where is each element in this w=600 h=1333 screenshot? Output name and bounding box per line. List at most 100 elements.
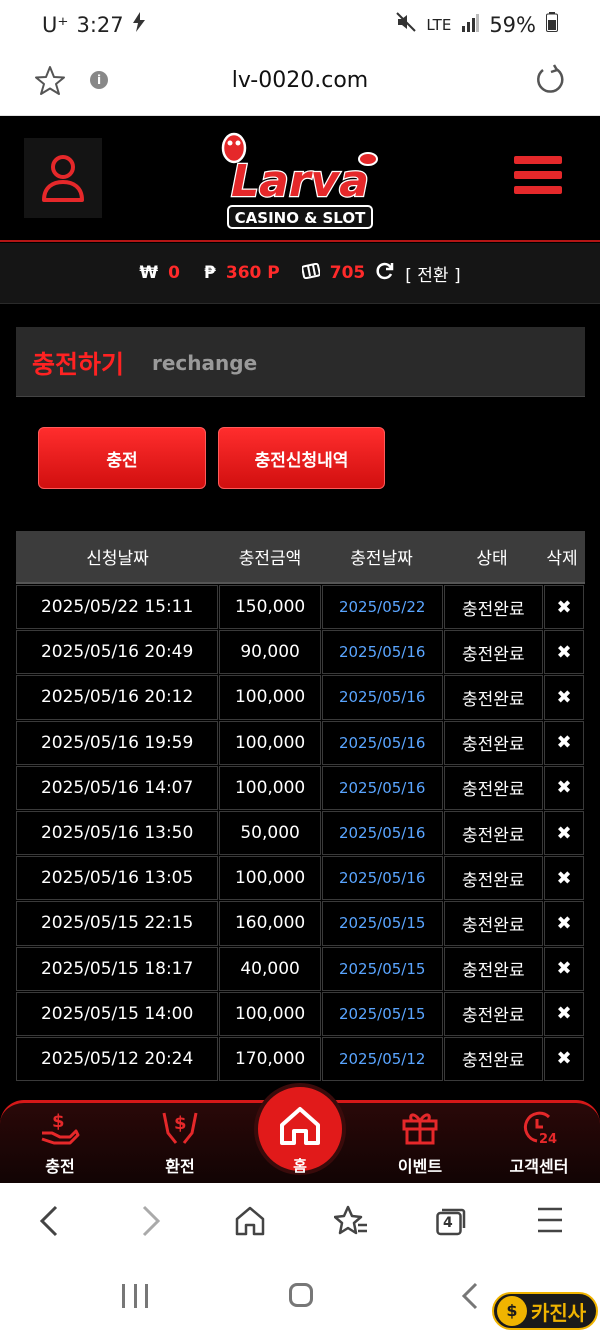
cell-amount: 160,000 (219, 901, 321, 946)
mute-icon (396, 12, 417, 37)
reload-icon[interactable] (534, 64, 566, 100)
table-header: 신청날짜 충전금액 충전날짜 상태 삭제 (16, 531, 585, 584)
nav-event-label: 이벤트 (397, 1157, 443, 1176)
nav-charge-label: 충전 (45, 1157, 75, 1176)
cell-request-date: 2025/05/22 15:11 (16, 585, 219, 630)
delete-icon[interactable]: ✖ (544, 675, 584, 720)
site-header: Larva CASINO & SLOT (0, 116, 600, 242)
cell-charge-date[interactable]: 2025/05/16 (321, 856, 443, 901)
bookmarks-icon[interactable] (334, 1205, 368, 1237)
forward-icon[interactable] (138, 1205, 164, 1237)
cell-amount: 150,000 (219, 585, 321, 630)
header-delete: 삭제 (546, 549, 578, 569)
delete-icon[interactable]: ✖ (544, 585, 584, 630)
delete-icon[interactable]: ✖ (544, 856, 584, 901)
table-row: 2025/05/16 14:07 100,000 2025/05/16 충전완료 ✖ (16, 765, 585, 810)
cell-amount: 100,000 (219, 675, 321, 720)
table-row: 2025/05/16 20:12 100,000 2025/05/16 충전완료 ✖ (16, 674, 585, 720)
cell-charge-date[interactable]: 2025/05/15 (321, 946, 443, 991)
delete-icon[interactable]: ✖ (544, 991, 584, 1036)
exchange-hands-icon: $ (162, 1112, 198, 1144)
cell-request-date: 2025/05/16 20:12 (16, 675, 219, 720)
cell-charge-date[interactable]: 2025/05/16 (321, 720, 443, 765)
hamburger-menu-icon[interactable] (514, 156, 562, 202)
system-back-icon[interactable] (460, 1282, 480, 1310)
svg-text:24: 24 (539, 1132, 557, 1145)
cell-status: 충전완료 (443, 901, 544, 946)
nav-support-label: 고객센터 (509, 1157, 569, 1176)
browser-home-icon[interactable] (234, 1205, 266, 1237)
cell-request-date: 2025/05/16 19:59 (16, 720, 219, 765)
gift-icon (402, 1113, 438, 1145)
nav-support[interactable]: 24 고객센터 (494, 1109, 584, 1177)
logo-title: Larva (231, 156, 369, 207)
chip-balance: 705 (329, 263, 366, 283)
convert-button[interactable]: [ 전환 ] (405, 261, 460, 286)
clock-24-icon: 24 (523, 1111, 557, 1147)
browser-url-bar: i lv-0020.com (0, 52, 600, 116)
charge-button[interactable]: 충전 (38, 427, 206, 489)
cell-charge-date[interactable]: 2025/05/16 (321, 810, 443, 856)
cell-request-date: 2025/05/15 22:15 (16, 901, 219, 946)
cell-status: 충전완료 (443, 810, 544, 856)
back-icon[interactable] (36, 1205, 62, 1237)
delete-icon[interactable]: ✖ (544, 1036, 584, 1082)
cell-status: 충전완료 (443, 856, 544, 901)
cell-status: 충전완료 (443, 1036, 544, 1082)
delete-icon[interactable]: ✖ (544, 765, 584, 810)
menu-lines-icon[interactable] (536, 1205, 564, 1235)
cell-charge-date[interactable]: 2025/05/12 (321, 1036, 443, 1082)
system-home-icon[interactable] (289, 1283, 313, 1307)
network-label: LTE (426, 15, 452, 34)
cell-charge-date[interactable]: 2025/05/15 (321, 991, 443, 1036)
recent-apps-icon[interactable] (122, 1284, 148, 1308)
cell-amount: 100,000 (219, 991, 321, 1036)
header-request-date: 신청날짜 (86, 549, 149, 569)
nav-home-button[interactable]: 홈 (254, 1083, 346, 1175)
nav-charge[interactable]: $ 충전 (15, 1109, 105, 1177)
delete-icon[interactable]: ✖ (544, 630, 584, 675)
cell-request-date: 2025/05/15 14:00 (16, 991, 219, 1036)
point-icon: ₱ (204, 263, 216, 283)
table-row: 2025/05/15 22:15 160,000 2025/05/15 충전완료 ✖ (16, 900, 585, 946)
nav-event[interactable]: 이벤트 (375, 1109, 465, 1177)
delete-icon[interactable]: ✖ (544, 720, 584, 765)
watermark-text: 카진사 (531, 1300, 587, 1325)
carrier-label: U⁺ (42, 12, 69, 37)
delete-icon[interactable]: ✖ (544, 946, 584, 991)
status-bar: U⁺ 3:27 LTE 59% (0, 0, 600, 52)
cell-charge-date[interactable]: 2025/05/16 (321, 765, 443, 810)
header-status: 상태 (476, 549, 508, 569)
page-title-english: rechange (152, 351, 258, 375)
charge-history-button[interactable]: 충전신청내역 (218, 427, 385, 489)
cell-charge-date[interactable]: 2025/05/16 (321, 675, 443, 720)
logo-subtitle: CASINO & SLOT (235, 209, 366, 227)
delete-icon[interactable]: ✖ (544, 901, 584, 946)
cell-status: 충전완료 (443, 765, 544, 810)
table-row: 2025/05/15 14:00 100,000 2025/05/15 충전완료 ✖ (16, 991, 585, 1036)
cell-status: 충전완료 (443, 946, 544, 991)
table-row: 2025/05/16 19:59 100,000 2025/05/16 충전완료 ✖ (16, 720, 585, 765)
delete-icon[interactable]: ✖ (544, 810, 584, 856)
browser-toolbar (0, 1183, 600, 1260)
table-row: 2025/05/16 13:50 50,000 2025/05/16 충전완료 ✖ (16, 810, 585, 856)
profile-button[interactable] (24, 138, 102, 218)
table-row: 2025/05/12 20:24 170,000 2025/05/12 충전완료 ✖ (16, 1036, 585, 1082)
cell-status: 충전완료 (443, 585, 544, 630)
cell-request-date: 2025/05/16 13:50 (16, 810, 219, 856)
clock: 3:27 (76, 12, 124, 37)
cell-amount: 100,000 (219, 856, 321, 901)
refresh-icon[interactable] (375, 261, 395, 286)
larva-logo[interactable]: Larva CASINO & SLOT (208, 124, 392, 236)
cell-charge-date[interactable]: 2025/05/15 (321, 901, 443, 946)
cell-charge-date[interactable]: 2025/05/16 (321, 630, 443, 675)
cell-charge-date[interactable]: 2025/05/22 (321, 585, 443, 630)
battery-label: 59% (489, 12, 536, 37)
table-row: 2025/05/22 15:11 150,000 2025/05/22 충전완료 ✖ (16, 584, 585, 630)
cell-amount: 40,000 (219, 946, 321, 991)
url-text[interactable]: lv-0020.com (0, 68, 600, 93)
won-icon: ₩ (139, 263, 159, 283)
flash-icon (132, 12, 146, 37)
tabs-button[interactable]: 4 (436, 1208, 466, 1236)
nav-exchange[interactable]: $ 환전 (135, 1109, 225, 1177)
